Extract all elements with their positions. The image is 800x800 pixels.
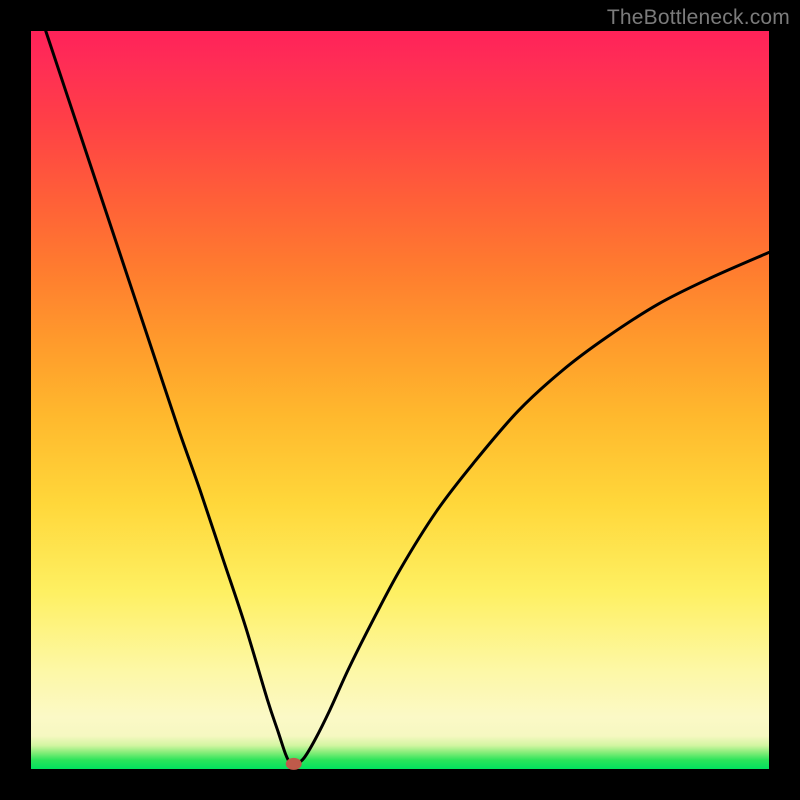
watermark-text: TheBottleneck.com bbox=[607, 6, 790, 30]
minimum-marker bbox=[286, 758, 302, 770]
chart-svg bbox=[31, 31, 769, 769]
bottleneck-curve bbox=[46, 31, 769, 765]
chart-frame: TheBottleneck.com bbox=[0, 0, 800, 800]
plot-area bbox=[31, 31, 769, 769]
